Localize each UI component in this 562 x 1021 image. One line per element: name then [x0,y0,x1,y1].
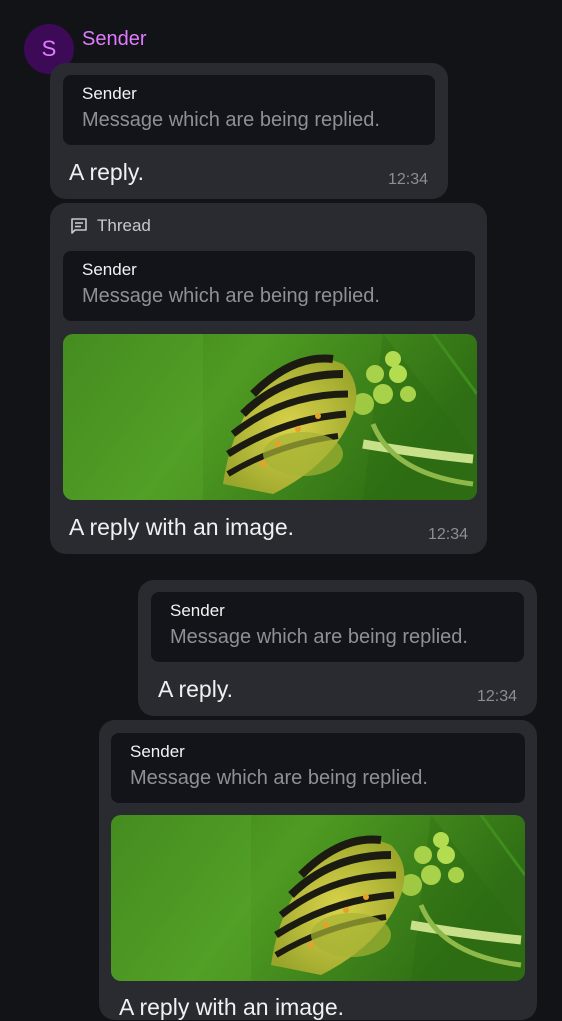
reply-text: Message which are being replied. [82,109,380,131]
message-bubble[interactable]: Sender Message which are being replied. … [50,63,448,199]
reply-sender: Sender [170,601,225,620]
caterpillar-image [111,815,525,981]
thread-label: Thread [97,216,151,235]
reply-sender: Sender [130,742,185,761]
reply-preview[interactable]: Sender Message which are being replied. [111,733,525,803]
reply-preview[interactable]: Sender Message which are being replied. [151,592,524,662]
thread-icon [71,218,87,234]
message-image[interactable] [63,334,477,500]
avatar-initial: S [41,36,57,61]
message-image[interactable] [111,815,525,981]
message-bubble[interactable]: Thread Sender Message which are being re… [50,203,487,554]
thread-indicator[interactable]: Thread [69,216,151,236]
message-time: 12:34 [428,526,469,543]
message-time: 12:34 [477,688,518,705]
sender-name[interactable]: Sender [82,28,147,51]
message-time: 12:34 [388,171,429,188]
reply-preview[interactable]: Sender Message which are being replied. [63,251,475,321]
caterpillar-image [63,334,477,500]
message-text: A reply. [69,159,144,185]
reply-sender: Sender [82,260,137,279]
message-bubble[interactable]: Sender Message which are being replied. … [99,720,537,1020]
reply-text: Message which are being replied. [130,767,428,789]
reply-text: Message which are being replied. [82,285,380,307]
message-text: A reply with an image. [69,514,295,540]
reply-preview[interactable]: Sender Message which are being replied. [63,75,435,145]
message-text: A reply. [158,676,233,702]
message-bubble[interactable]: Sender Message which are being replied. … [138,580,537,716]
reply-sender: Sender [82,84,137,103]
message-text: A reply with an image. [119,994,345,1020]
reply-text: Message which are being replied. [170,626,468,648]
